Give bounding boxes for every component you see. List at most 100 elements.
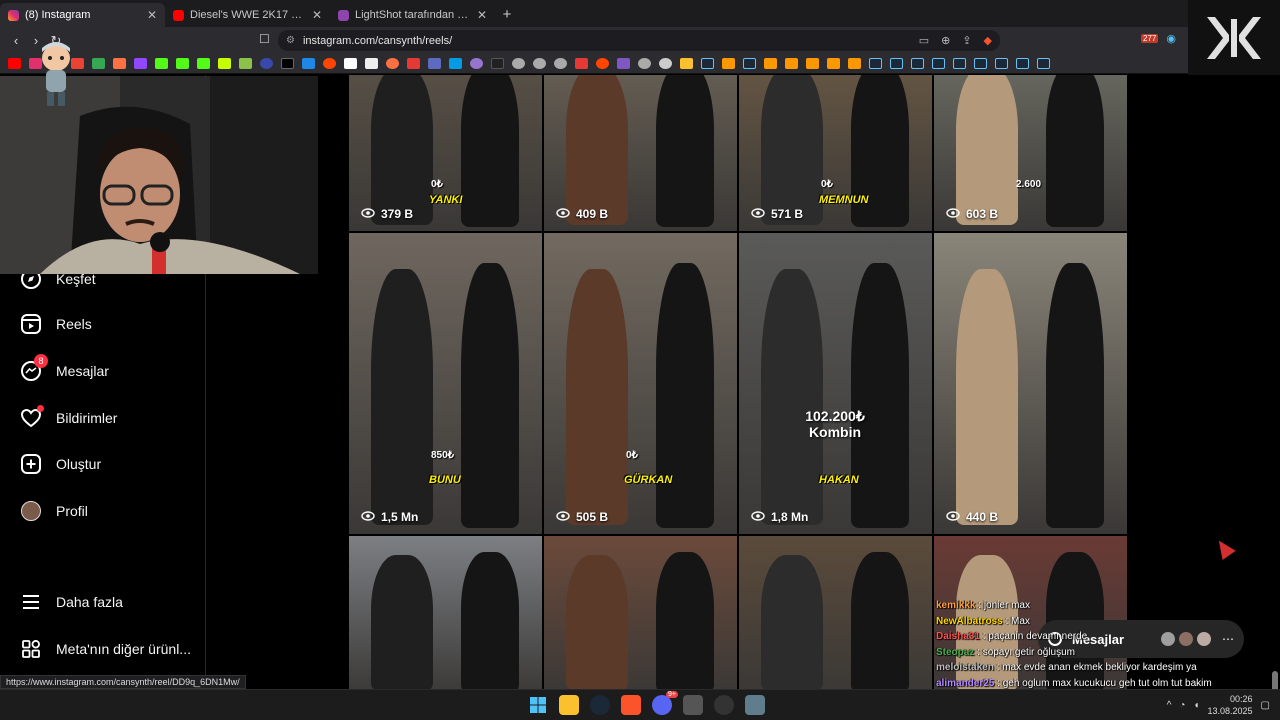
chevron-up-icon[interactable]: ^ [1167,700,1172,711]
audio-icon[interactable]: ◉ [1166,32,1176,45]
app-cube-icon[interactable] [683,695,703,715]
new-tab-button[interactable]: + [495,3,519,27]
windows-start-icon[interactable] [528,695,548,715]
share-icon[interactable]: ⇪ [962,34,971,47]
reel-person [761,555,823,689]
reel-tile[interactable]: 0₺ MEMNUN 571 B [739,75,932,231]
sidebar-item-profile[interactable]: Profil [20,500,88,522]
bookmark-icon[interactable]: ☐ [259,32,270,46]
tab-instagram[interactable]: (8) Instagram ✕ [0,3,165,27]
reel-tile[interactable]: 409 B [544,75,737,231]
bookmark-orange-icon[interactable] [827,58,840,69]
bookmark-mail-icon[interactable] [428,58,441,69]
bookmark-orange-icon[interactable] [785,58,798,69]
file-explorer-icon[interactable] [559,695,579,715]
sidebar-item-messages[interactable]: 8 Mesajlar [20,354,109,382]
bookmark-b-icon[interactable] [365,58,378,69]
bookmark-steam-icon[interactable] [911,58,924,69]
bookmark-globe-icon[interactable] [533,58,546,69]
bookmark-steam-icon[interactable] [995,58,1008,69]
bookmark-steam-icon[interactable] [953,58,966,69]
chat-text: max evde anan ekmek bekliyor kardeşim ya [1002,662,1197,673]
bookmark-blue-icon[interactable] [449,58,462,69]
bookmark-star-icon[interactable] [218,58,231,69]
back-icon[interactable]: ‹ [6,33,26,48]
network-icon[interactable]: ◔ [1179,700,1185,711]
reel-tile[interactable] [349,536,542,689]
link-status-bar: https://www.instagram.com/cansynth/reel/… [0,675,246,689]
close-tab-icon[interactable]: ✕ [477,8,487,22]
bookmark-circle-icon[interactable] [470,58,483,69]
bookmark-spiral-icon[interactable] [659,58,672,69]
reel-tile[interactable]: 0₺ YANKI 379 B [349,75,542,231]
bookmark-reddit-icon[interactable] [323,58,336,69]
bookmark-globe-icon[interactable] [554,58,567,69]
bookmark-steam-icon[interactable] [1037,58,1050,69]
brave-shield-icon[interactable]: ◆ [984,34,992,47]
tab-lightshot[interactable]: LightShot tarafından Ekran Görüntüs ✕ [330,3,495,27]
tab-youtube[interactable]: Diesel's WWE 2K17 Titantron Entranc ✕ [165,3,330,27]
zoom-icon[interactable]: ⊕ [941,34,950,47]
bookmark-p-icon[interactable] [344,58,357,69]
bookmark-mail-icon[interactable] [113,58,126,69]
bookmark-steam-icon[interactable] [1016,58,1029,69]
volume-icon[interactable]: ◖ [1193,700,1199,711]
bookmark-orange-icon[interactable] [848,58,861,69]
reel-tile[interactable]: 850₺ BUNU 1,5 Mn [349,233,542,534]
address-bar[interactable]: ⚙ instagram.com/cansynth/reels/ ▭ ⊕ ⇪ ◆ [278,30,1000,51]
steam-icon[interactable] [590,695,610,715]
bookmark-kick-icon[interactable] [197,58,210,69]
bookmark-red-icon[interactable] [407,58,420,69]
sidebar-item-meta[interactable]: Meta'nın diğer ürünl... [20,638,191,660]
bookmark-kick-icon[interactable] [176,58,189,69]
bookmark-red-icon[interactable] [575,58,588,69]
bookmark-green-icon[interactable] [239,58,252,69]
bookmark-orange-icon[interactable] [386,58,399,69]
eye-icon [751,207,765,221]
bookmark-youtube-icon[interactable] [8,58,21,69]
sidebar-item-more[interactable]: Daha fazla [20,591,123,613]
bookmark-drive-icon[interactable] [92,58,105,69]
bookmark-blue-icon[interactable] [302,58,315,69]
bookmark-steam-icon[interactable] [890,58,903,69]
obs-icon[interactable] [714,695,734,715]
reel-tile[interactable] [739,536,932,689]
app-network-icon[interactable] [745,695,765,715]
bookmark-steam-icon[interactable] [743,58,756,69]
bookmark-steam-icon[interactable] [974,58,987,69]
bookmark-orange-icon[interactable] [806,58,819,69]
reel-view-count: 603 B [946,207,998,221]
bookmark-folder-icon[interactable] [680,58,693,69]
reel-tile[interactable]: 0₺ GÜRKAN 505 B [544,233,737,534]
reel-tile[interactable]: 2.600 603 B [934,75,1127,231]
sidebar-item-create[interactable]: Oluştur [20,453,101,475]
notification-icon[interactable]: ▢ [1261,700,1270,711]
bookmark-x-icon[interactable] [281,58,294,69]
bookmark-purple-icon[interactable] [617,58,630,69]
bookmark-twitch-icon[interactable] [134,58,147,69]
reel-tile[interactable]: 440 B [934,233,1127,534]
site-info-icon[interactable]: ⚙ [286,35,295,46]
bookmark-blue-icon[interactable] [260,58,273,69]
reel-tile[interactable] [544,536,737,689]
bookmark-reddit-icon[interactable] [596,58,609,69]
discord-icon[interactable]: 9+ [652,691,678,715]
bookmark-steam-icon[interactable] [701,58,714,69]
bookmark-globe-icon[interactable] [638,58,651,69]
close-tab-icon[interactable]: ✕ [312,8,322,22]
bookmark-steam-icon[interactable] [932,58,945,69]
sidebar-item-reels[interactable]: Reels [20,313,92,335]
bookmark-orange-icon[interactable] [764,58,777,69]
sidebar-item-notifications[interactable]: Bildirimler [20,405,117,429]
extension-icon[interactable]: 277 [1141,32,1159,45]
bookmark-kick-icon[interactable] [155,58,168,69]
brave-icon[interactable] [621,695,641,715]
close-tab-icon[interactable]: ✕ [147,8,157,22]
bookmark-orange-icon[interactable] [722,58,735,69]
reel-tile[interactable]: HAKAN 102.200₺ Kombin 1,8 Mn [739,233,932,534]
bookmark-globe-icon[interactable] [512,58,525,69]
cast-icon[interactable]: ▭ [919,34,929,47]
bookmark-steam-icon[interactable] [869,58,882,69]
bookmark-k-icon[interactable] [491,58,504,69]
clock[interactable]: 00:26 13.08.2025 [1208,693,1253,717]
